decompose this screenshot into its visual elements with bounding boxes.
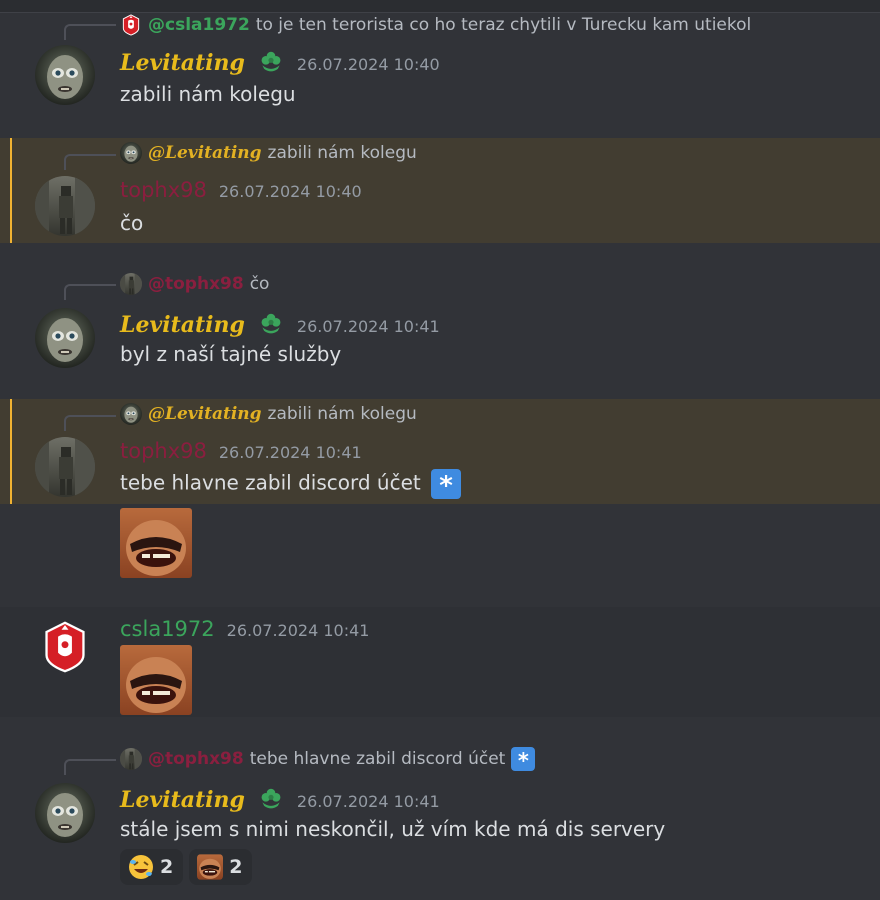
reply-author[interactable]: @csla1972 xyxy=(148,15,250,35)
author-name[interactable]: tophx98 xyxy=(120,178,207,202)
timestamp: 26.07.2024 10:41 xyxy=(296,792,440,811)
reactions-bar: 2 2 xyxy=(120,849,253,885)
timestamp: 26.07.2024 10:41 xyxy=(296,317,440,336)
reply-spine xyxy=(64,24,116,40)
author-name[interactable]: Levitating xyxy=(120,787,245,813)
message-header: tophx98 26.07.2024 10:40 xyxy=(120,178,362,202)
message-header: Levitating 26.07.2024 10:41 xyxy=(120,308,440,338)
gollum-avatar-icon xyxy=(120,142,142,164)
reply-text: zabili nám kolegu xyxy=(267,404,417,424)
reply-text: zabili nám kolegu xyxy=(267,143,417,163)
timestamp: 26.07.2024 10:41 xyxy=(218,443,362,462)
message-4[interactable]: @Levitating zabili nám kolegu tophx98 26… xyxy=(0,399,880,504)
reply-preview[interactable]: @Levitating zabili nám kolegu xyxy=(120,403,417,425)
timestamp: 26.07.2024 10:40 xyxy=(296,55,440,74)
green-flower-role-icon[interactable] xyxy=(257,787,285,811)
rolling-laughing-emoji-icon xyxy=(128,854,154,880)
message-content: tebe hlavne zabil discord účet * xyxy=(120,469,462,501)
laughing-man-sticker[interactable] xyxy=(120,645,192,715)
message-header: Levitating 26.07.2024 10:41 xyxy=(120,783,440,813)
message-1[interactable]: @csla1972 to je ten terorista co ho tera… xyxy=(0,12,880,137)
message-3[interactable]: @tophx98 čo Levitating 26.07.2024 10:41 … xyxy=(0,268,880,398)
author-name[interactable]: Levitating xyxy=(120,50,245,76)
message-2[interactable]: @Levitating zabili nám kolegu tophx98 26… xyxy=(0,138,880,243)
reply-preview[interactable]: @Levitating zabili nám kolegu xyxy=(120,142,417,164)
reply-author[interactable]: @tophx98 xyxy=(148,274,244,294)
soldier-avatar-icon xyxy=(120,748,142,770)
timestamp: 26.07.2024 10:41 xyxy=(226,621,370,640)
green-flower-role-icon[interactable] xyxy=(257,50,285,74)
author-name[interactable]: Levitating xyxy=(120,312,245,338)
green-flower-role-icon[interactable] xyxy=(257,312,285,336)
timestamp: 26.07.2024 10:40 xyxy=(218,182,362,201)
message-header: tophx98 26.07.2024 10:41 xyxy=(120,439,362,463)
reply-text: čo xyxy=(249,274,270,294)
asterisk-emoji-icon[interactable]: * xyxy=(431,469,462,501)
soldier-avatar-icon xyxy=(120,273,142,295)
avatar[interactable] xyxy=(35,176,95,236)
reaction-count: 2 xyxy=(229,856,243,878)
message-5[interactable]: csla1972 26.07.2024 10:41 xyxy=(0,607,880,717)
message-6[interactable]: @tophx98 tebe hlavne zabil discord účet … xyxy=(0,743,880,900)
reply-text: to je ten terorista co ho teraz chytili … xyxy=(255,15,752,35)
reply-preview[interactable]: @tophx98 čo xyxy=(120,273,269,295)
laughing-man-sticker[interactable] xyxy=(120,508,192,578)
message-content: zabili nám kolegu xyxy=(120,82,296,106)
reaction-rolling-laughing[interactable]: 2 xyxy=(120,849,184,885)
message-header: Levitating 26.07.2024 10:40 xyxy=(120,46,440,76)
asterisk-emoji-icon: * xyxy=(511,747,536,773)
avatar[interactable] xyxy=(35,437,95,497)
laughing-man-sticker-icon xyxy=(197,854,224,880)
avatar[interactable] xyxy=(35,308,95,368)
reply-spine xyxy=(64,154,116,170)
reply-text: tebe hlavne zabil discord účet xyxy=(249,749,506,769)
reaction-count: 2 xyxy=(160,856,174,878)
reply-spine xyxy=(64,759,116,775)
message-text: tebe hlavne zabil discord účet xyxy=(120,470,421,495)
message-content: čo xyxy=(120,211,144,235)
avatar[interactable] xyxy=(35,45,95,105)
message-content: byl z naší tajné služby xyxy=(120,342,342,366)
reply-preview[interactable]: @tophx98 tebe hlavne zabil discord účet … xyxy=(120,747,536,773)
author-name[interactable]: tophx98 xyxy=(120,439,207,463)
reply-spine xyxy=(64,415,116,431)
message-content: stále jsem s nimi neskončil, už vím kde … xyxy=(120,817,666,841)
reply-spine xyxy=(64,284,116,300)
message-header: csla1972 26.07.2024 10:41 xyxy=(120,617,369,641)
reply-author[interactable]: @tophx98 xyxy=(148,749,244,769)
reply-author[interactable]: @Levitating xyxy=(148,143,262,163)
csla-shield-avatar-icon xyxy=(120,14,142,36)
reply-author[interactable]: @Levitating xyxy=(148,404,262,424)
avatar[interactable] xyxy=(35,783,95,843)
author-name[interactable]: csla1972 xyxy=(120,617,215,641)
message-4-attachment xyxy=(0,504,880,604)
csla-shield-avatar[interactable] xyxy=(35,617,95,677)
reaction-laughing-man[interactable]: 2 xyxy=(189,849,253,885)
gollum-avatar-icon xyxy=(120,403,142,425)
reply-preview[interactable]: @csla1972 to je ten terorista co ho tera… xyxy=(120,14,751,36)
